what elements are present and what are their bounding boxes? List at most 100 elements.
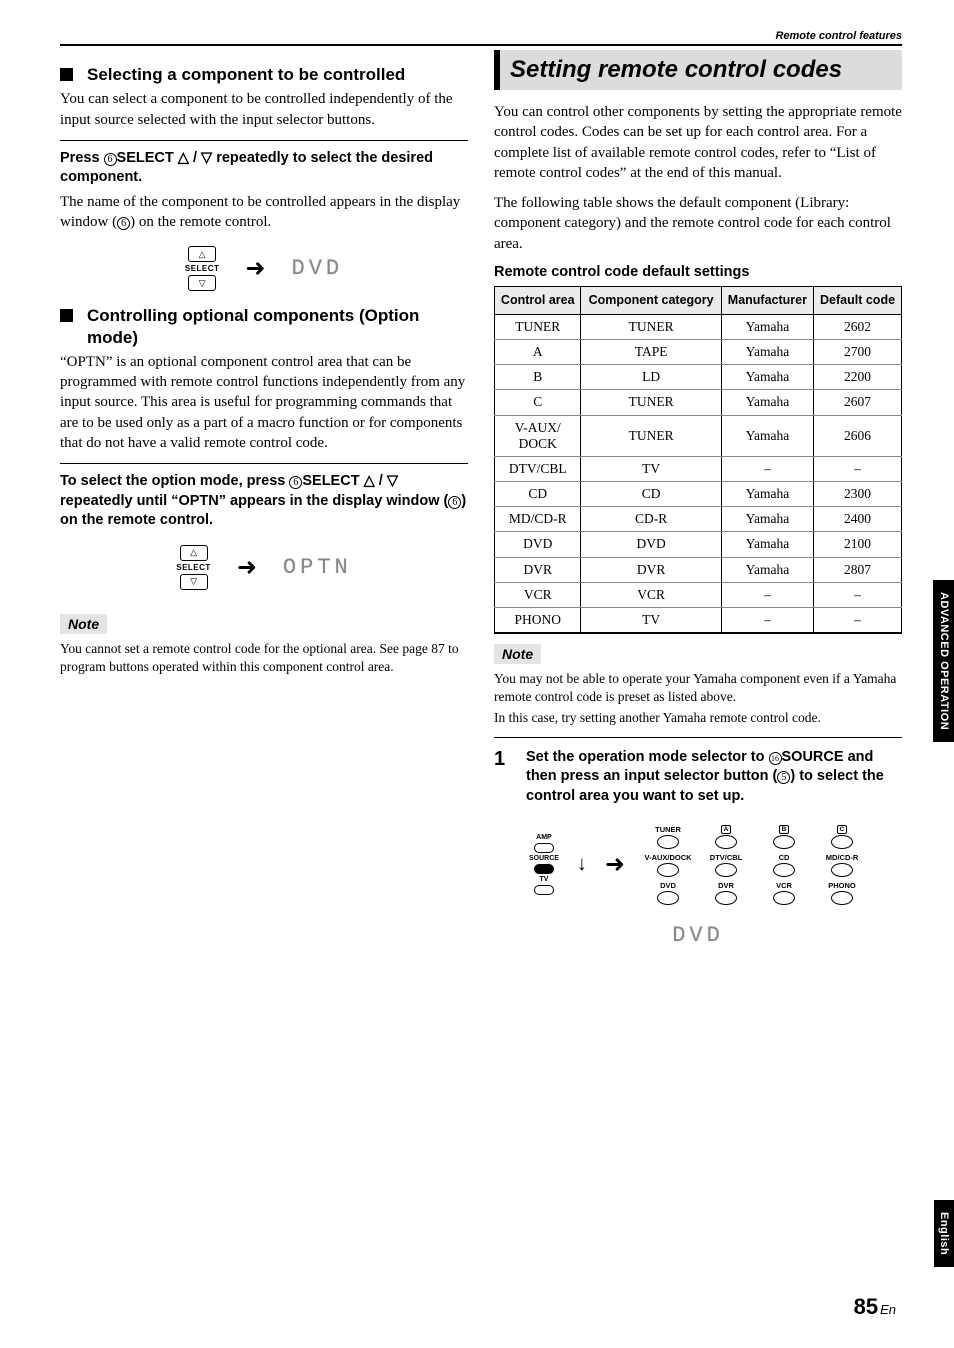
- circled-6-icon: 6: [117, 217, 130, 230]
- para-select-result: The name of the component to be controll…: [60, 192, 468, 233]
- heading-selecting-component: Selecting a component to be controlled: [60, 64, 468, 85]
- circled-6-icon: 6: [289, 476, 302, 489]
- input-button-cell: C: [817, 825, 867, 849]
- table-cell: Yamaha: [721, 314, 813, 339]
- heading-option-mode: Controlling optional components (Option …: [60, 305, 468, 348]
- divider: [60, 463, 468, 464]
- down-arrow-icon: ↓: [577, 853, 587, 876]
- th-control-area: Control area: [495, 286, 581, 314]
- table-title: Remote control code default settings: [494, 264, 902, 280]
- input-button-icon: [715, 835, 737, 849]
- table-cell: A: [495, 339, 581, 364]
- table-cell: B: [495, 365, 581, 390]
- note-label: Note: [494, 644, 541, 664]
- table-cell: TUNER: [581, 314, 721, 339]
- table-cell: TUNER: [581, 415, 721, 456]
- input-button-label: A: [721, 825, 732, 834]
- input-button-label: PHONO: [828, 881, 856, 890]
- right-column: Setting remote control codes You can con…: [494, 50, 902, 966]
- table-cell: DVD: [581, 532, 721, 557]
- lcd-display-optn: OPTN: [283, 555, 352, 580]
- input-button-cell: MD/CD-R: [817, 853, 867, 877]
- step-1: 1 Set the operation mode selector to 16S…: [494, 748, 902, 807]
- left-column: Selecting a component to be controlled Y…: [60, 50, 468, 966]
- section-title-setting-codes: Setting remote control codes: [494, 50, 902, 90]
- table-cell: TUNER: [581, 390, 721, 415]
- input-button-icon: [657, 891, 679, 905]
- divider: [60, 140, 468, 141]
- mode-selector-icon: AMP SOURCE TV: [529, 834, 559, 895]
- input-button-cell: A: [701, 825, 751, 849]
- input-button-label: VCR: [776, 881, 792, 890]
- table-cell: Yamaha: [721, 415, 813, 456]
- table-cell: CD: [495, 482, 581, 507]
- input-button-icon: [657, 863, 679, 877]
- th-manufacturer: Manufacturer: [721, 286, 813, 314]
- up-triangle-icon: △: [178, 150, 189, 166]
- table-row: CDCDYamaha2300: [495, 482, 902, 507]
- down-triangle-icon: ▽: [387, 473, 398, 489]
- para-option-intro: “OPTN” is an optional component control …: [60, 352, 468, 453]
- table-cell: Yamaha: [721, 390, 813, 415]
- input-button-icon: [773, 891, 795, 905]
- page: Remote control features Selecting a comp…: [0, 0, 954, 1348]
- input-button-label: CD: [779, 853, 790, 862]
- input-button-cell: VCR: [759, 881, 809, 905]
- table-cell: LD: [581, 365, 721, 390]
- circled-6-icon: 6: [448, 496, 461, 509]
- input-button-label: DVR: [718, 881, 734, 890]
- table-cell: 2100: [814, 532, 902, 557]
- table-cell: –: [721, 582, 813, 607]
- table-cell: V-AUX/ DOCK: [495, 415, 581, 456]
- table-cell: DVD: [495, 532, 581, 557]
- table-cell: VCR: [581, 582, 721, 607]
- input-button-cell: V-AUX/DOCK: [643, 853, 693, 877]
- table-cell: TV: [581, 608, 721, 634]
- side-tab-english: English: [934, 1200, 954, 1267]
- lcd-display-bottom: DVD: [494, 923, 902, 948]
- select-label: SELECT: [176, 563, 211, 572]
- table-cell: MD/CD-R: [495, 507, 581, 532]
- table-cell: –: [721, 456, 813, 481]
- input-button-cell: TUNER: [643, 825, 693, 849]
- table-cell: VCR: [495, 582, 581, 607]
- mode-slot-tv: [534, 885, 554, 895]
- step-number: 1: [494, 748, 514, 807]
- table-row: VCRVCR––: [495, 582, 902, 607]
- input-button-icon: [831, 891, 853, 905]
- input-button-label: C: [837, 825, 848, 834]
- table-cell: –: [814, 456, 902, 481]
- input-button-cell: CD: [759, 853, 809, 877]
- page-number: 85En: [854, 1294, 896, 1320]
- th-default-code: Default code: [814, 286, 902, 314]
- table-row: DVRDVRYamaha2807: [495, 557, 902, 582]
- input-button-cell: DTV/CBL: [701, 853, 751, 877]
- table-cell: Yamaha: [721, 532, 813, 557]
- lcd-display-dvd: DVD: [292, 256, 344, 281]
- side-tab-advanced: ADVANCED OPERATION: [933, 580, 954, 742]
- input-button-cell: DVR: [701, 881, 751, 905]
- para-codes-intro: You can control other components by sett…: [494, 102, 902, 183]
- table-cell: TAPE: [581, 339, 721, 364]
- table-cell: 2606: [814, 415, 902, 456]
- mode-slot-source: [534, 864, 554, 874]
- instruction-press-select: Press 6SELECT △ / ▽ repeatedly to select…: [60, 149, 468, 188]
- table-cell: Yamaha: [721, 557, 813, 582]
- up-button-icon: △: [188, 246, 216, 262]
- diagram-mode-inputs: AMP SOURCE TV ↓ ➜ TUNERABCV-AUX/DOCKDTV/…: [494, 825, 902, 905]
- arrow-right-icon: ➜: [605, 850, 625, 879]
- two-column-layout: Selecting a component to be controlled Y…: [60, 50, 902, 966]
- input-button-icon: [773, 863, 795, 877]
- table-cell: 2807: [814, 557, 902, 582]
- note-text-left: You cannot set a remote control code for…: [60, 640, 468, 676]
- circled-5-icon: 5: [777, 771, 790, 784]
- mode-slot-amp: [534, 843, 554, 853]
- table-cell: DTV/CBL: [495, 456, 581, 481]
- table-cell: 2200: [814, 365, 902, 390]
- table-cell: PHONO: [495, 608, 581, 634]
- table-row: TUNERTUNERYamaha2602: [495, 314, 902, 339]
- input-button-label: TUNER: [655, 825, 681, 834]
- table-cell: TUNER: [495, 314, 581, 339]
- table-cell: 2607: [814, 390, 902, 415]
- table-cell: CD-R: [581, 507, 721, 532]
